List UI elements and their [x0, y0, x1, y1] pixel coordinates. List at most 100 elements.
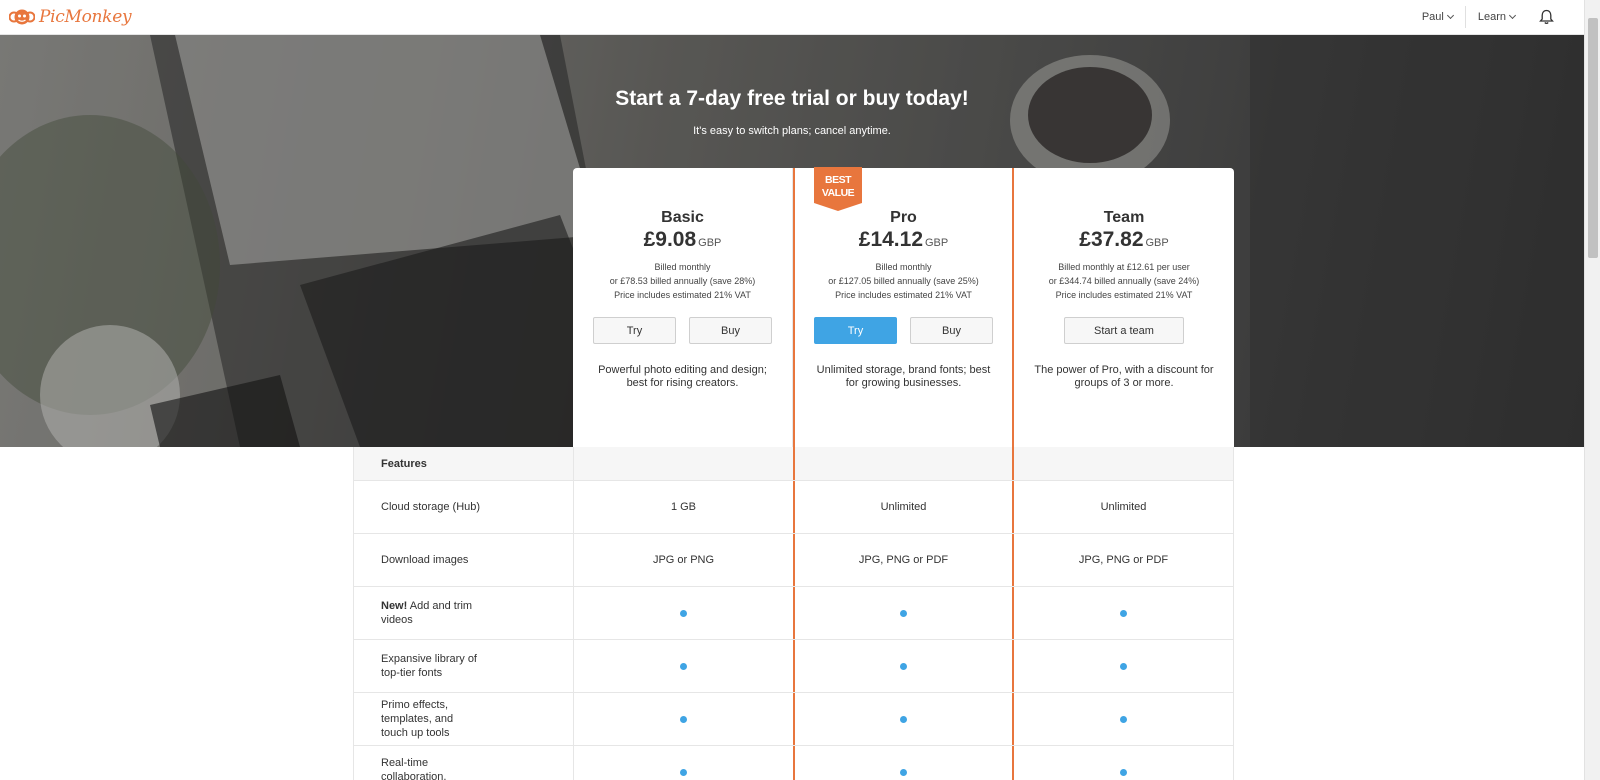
- chevron-down-icon: [1508, 11, 1517, 20]
- hero-subtitle: It's easy to switch plans; cancel anytim…: [693, 125, 891, 137]
- plan-price: £37.82 GBP: [1014, 228, 1234, 252]
- plan-name: Basic: [661, 209, 704, 226]
- feature-value-basic: JPG or PNG: [573, 534, 793, 586]
- plan-description: Powerful photo editing and design; best …: [598, 364, 767, 389]
- nav-right: Paul Learn: [1410, 0, 1566, 34]
- plan-price: £9.08 GBP: [573, 228, 792, 252]
- price-currency: GBP: [925, 237, 949, 249]
- feature-check-basic: [573, 746, 793, 780]
- plan-description: The power of Pro, with a discount for gr…: [1034, 364, 1214, 389]
- features-table: Features Cloud storage (Hub) 1 GB Unlimi…: [353, 447, 1234, 780]
- billing-monthly: Billed monthly at £12.61 per user: [1058, 262, 1190, 272]
- included-dot-icon: [900, 715, 907, 723]
- table-cell: [793, 447, 1014, 480]
- billing-annual: or £127.05 billed annually (save 25%): [828, 276, 979, 286]
- features-header: Features: [353, 447, 573, 480]
- table-row: Primo effects, templates, and touch up t…: [353, 693, 1234, 746]
- plan-description: Unlimited storage, brand fonts; best for…: [816, 364, 991, 389]
- start-team-button[interactable]: Start a team: [1064, 317, 1184, 344]
- plan-billing: Billed monthly or £127.05 billed annuall…: [795, 260, 1012, 302]
- feature-label: Download images: [353, 534, 573, 586]
- hero-title: Start a 7-day free trial or buy today!: [615, 87, 969, 110]
- table-header-row: Features: [353, 447, 1234, 481]
- feature-label: Expansive library of top-tier fonts: [353, 640, 573, 692]
- billing-vat: Price includes estimated 21% VAT: [835, 290, 972, 300]
- feature-value-pro: Unlimited: [793, 481, 1014, 533]
- feature-label: Real-time collaboration, shared folders: [353, 746, 573, 780]
- svg-text:VALUE: VALUE: [822, 187, 855, 199]
- plan-card-basic: Basic £9.08 GBP Billed monthly or £78.53 …: [573, 168, 793, 447]
- plan-name: Pro: [890, 209, 917, 226]
- pricing-cards: Basic £9.08 GBP Billed monthly or £78.53 …: [573, 167, 1234, 447]
- best-value-badge: BEST VALUE: [814, 167, 862, 211]
- included-dot-icon: [680, 609, 687, 617]
- billing-vat: Price includes estimated 21% VAT: [614, 290, 751, 300]
- included-dot-icon: [1120, 768, 1127, 776]
- feature-label: Primo effects, templates, and touch up t…: [353, 693, 573, 745]
- included-dot-icon: [680, 662, 687, 670]
- table-row: Expansive library of top-tier fonts: [353, 640, 1234, 693]
- plan-price: £14.12 GBP: [795, 228, 1012, 252]
- scrollbar-thumb[interactable]: [1588, 18, 1598, 258]
- buy-button-basic[interactable]: Buy: [689, 317, 772, 344]
- feature-check-pro: [793, 746, 1014, 780]
- plan-actions: Try Buy: [795, 317, 1012, 344]
- picmonkey-logo[interactable]: PicMonkey: [9, 7, 132, 27]
- feature-label: New! Add and trim videos: [353, 587, 573, 639]
- billing-annual: or £344.74 billed annually (save 24%): [1048, 276, 1200, 286]
- feature-check-team: [1014, 587, 1234, 639]
- monkey-logo-icon: [9, 9, 35, 25]
- learn-menu[interactable]: Learn: [1466, 0, 1527, 34]
- feature-check-team: [1014, 693, 1234, 745]
- table-row: Real-time collaboration, shared folders: [353, 746, 1234, 780]
- price-currency: GBP: [1145, 237, 1169, 249]
- billing-vat: Price includes estimated 21% VAT: [1055, 290, 1193, 300]
- table-row: New! Add and trim videos: [353, 587, 1234, 640]
- feature-check-team: [1014, 746, 1234, 780]
- feature-check-basic: [573, 693, 793, 745]
- billing-annual: or £78.53 billed annually (save 28%): [609, 276, 756, 286]
- chevron-down-icon: [1446, 11, 1454, 20]
- table-cell: [1014, 447, 1234, 480]
- price-amount: £14.12: [858, 228, 923, 251]
- plan-billing: Billed monthly or £78.53 billed annually…: [573, 260, 792, 302]
- included-dot-icon: [900, 662, 907, 670]
- table-cell: [573, 447, 793, 480]
- svg-text:BEST: BEST: [825, 174, 852, 186]
- feature-label: Cloud storage (Hub): [353, 481, 573, 533]
- user-menu[interactable]: Paul: [1410, 0, 1465, 34]
- feature-check-pro: [793, 640, 1014, 692]
- plan-card-team: Team £37.82 GBP Billed monthly at £12.61 …: [1014, 168, 1234, 447]
- plan-name: Team: [1103, 209, 1145, 226]
- learn-label: Learn: [1477, 11, 1506, 23]
- buy-button-pro[interactable]: Buy: [910, 317, 993, 344]
- included-dot-icon: [1120, 609, 1127, 617]
- notifications-button[interactable]: [1527, 0, 1566, 34]
- plan-billing: Billed monthly at £12.61 per user or £34…: [1014, 260, 1234, 302]
- feature-check-team: [1014, 640, 1234, 692]
- plan-actions: Start a team: [1014, 317, 1234, 344]
- feature-check-basic: [573, 640, 793, 692]
- feature-check-pro: [793, 587, 1014, 639]
- top-nav: PicMonkey Paul Learn: [0, 0, 1584, 35]
- feature-check-pro: [793, 693, 1014, 745]
- included-dot-icon: [1120, 662, 1127, 670]
- bell-icon: [1539, 9, 1554, 25]
- feature-value-pro: JPG, PNG or PDF: [793, 534, 1014, 586]
- page-scrollbar[interactable]: [1584, 0, 1600, 780]
- plan-actions: Try Buy: [573, 317, 792, 344]
- feature-value-basic: 1 GB: [573, 481, 793, 533]
- included-dot-icon: [900, 609, 907, 617]
- included-dot-icon: [680, 768, 687, 776]
- price-currency: GBP: [698, 237, 722, 249]
- price-amount: £9.08: [643, 228, 697, 251]
- included-dot-icon: [680, 715, 687, 723]
- user-name: Paul: [1421, 11, 1444, 23]
- feature-check-basic: [573, 587, 793, 639]
- feature-value-team: Unlimited: [1014, 481, 1234, 533]
- try-button-basic[interactable]: Try: [593, 317, 676, 344]
- new-tag: New!: [381, 600, 408, 612]
- plan-card-pro: BEST VALUE Pro £14.12 GBP Billed monthly …: [793, 167, 1014, 447]
- logo-text: PicMonkey: [39, 7, 132, 27]
- try-button-pro[interactable]: Try: [814, 317, 897, 344]
